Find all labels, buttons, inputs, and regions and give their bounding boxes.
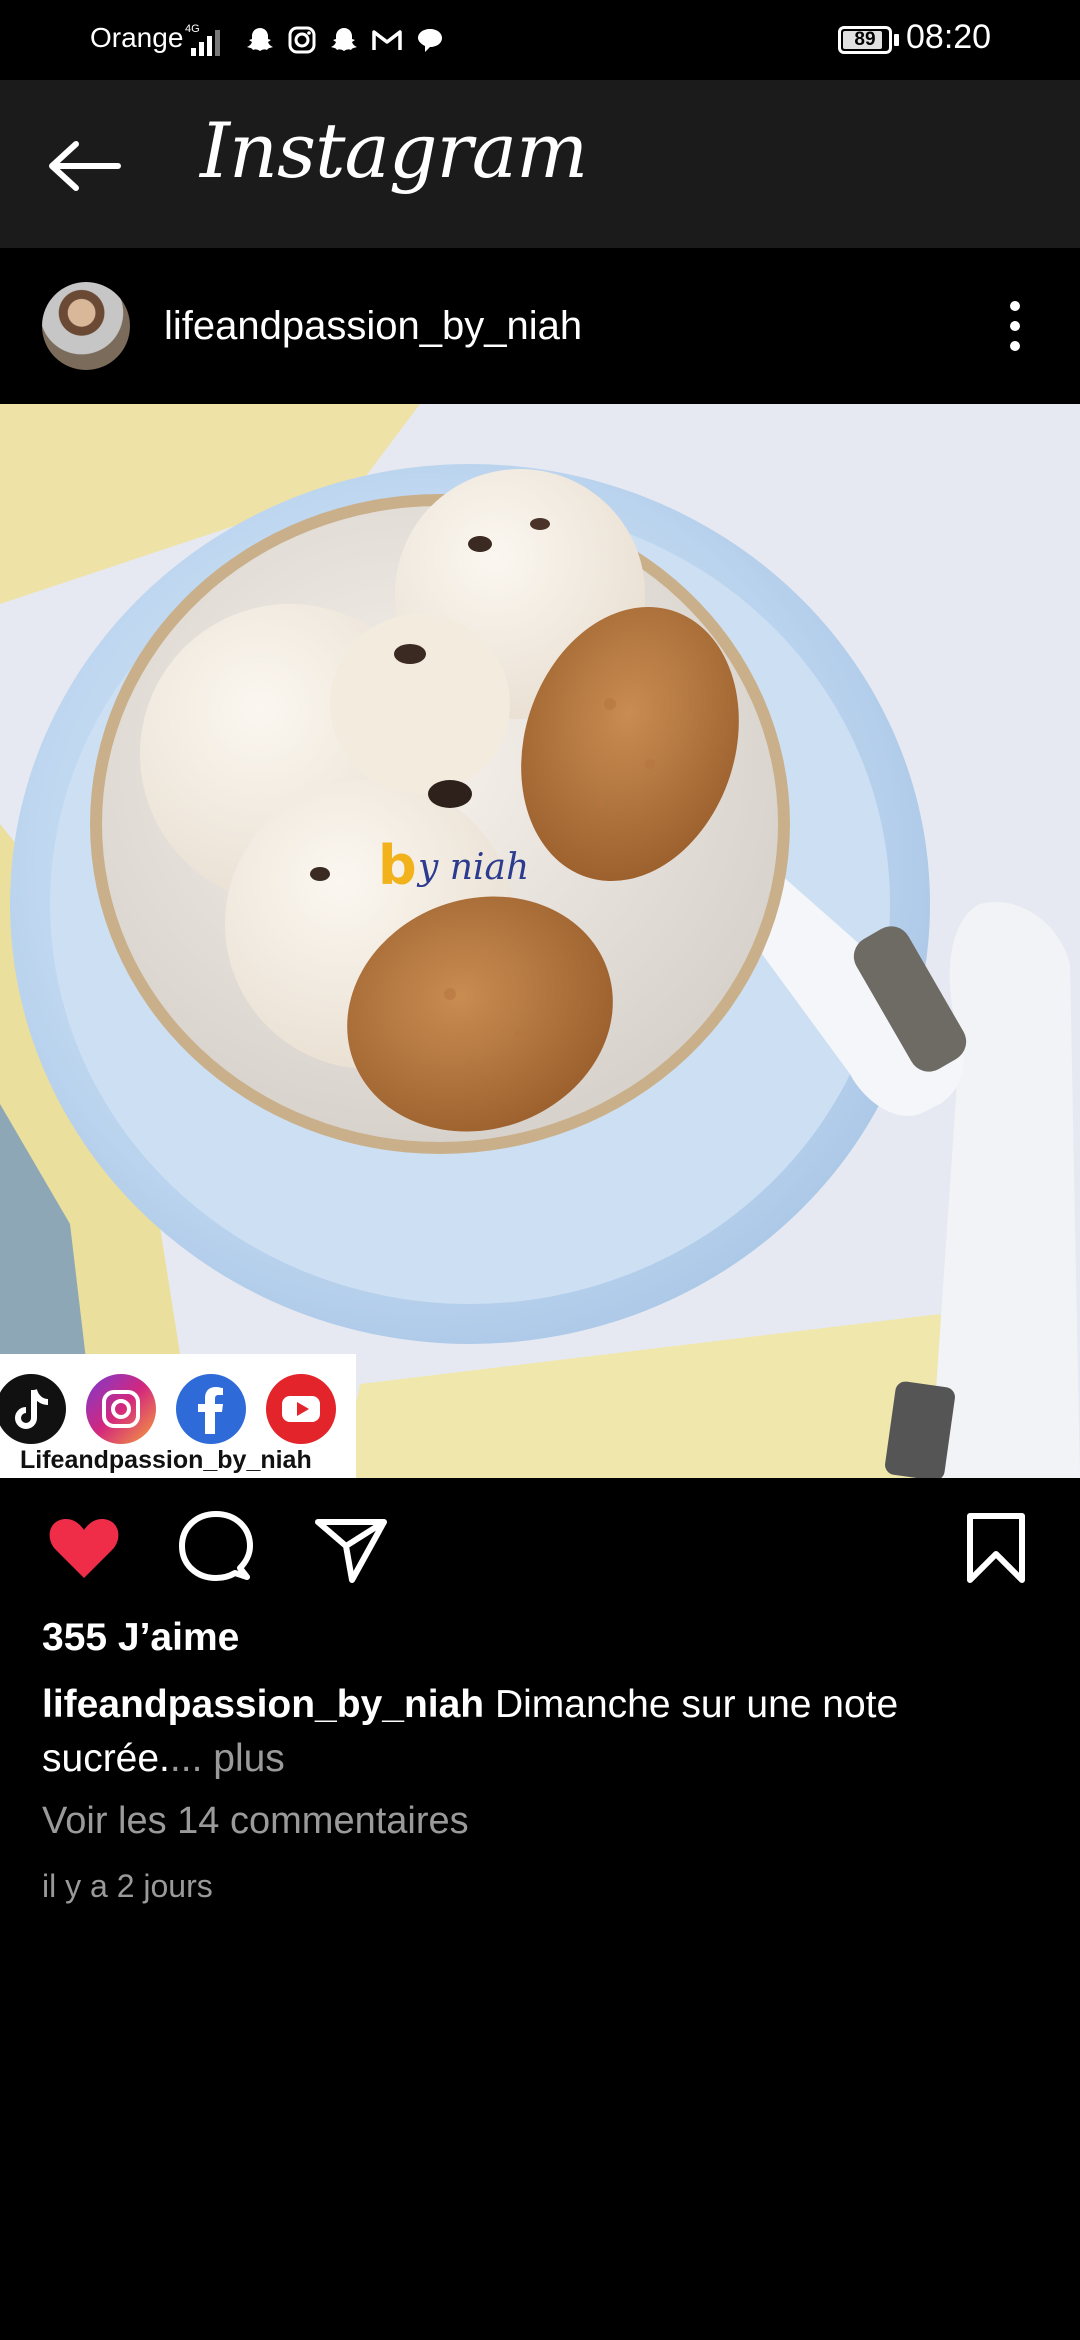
battery-icon: 89 bbox=[838, 26, 892, 54]
back-arrow-icon[interactable] bbox=[40, 136, 130, 196]
post-image[interactable]: b y niah Lifeandpassion_by_niah bbox=[0, 404, 1080, 1478]
comment-icon[interactable] bbox=[176, 1508, 256, 1588]
more-vertical-icon[interactable] bbox=[1000, 298, 1030, 354]
youtube-icon bbox=[266, 1374, 336, 1444]
social-watermark: Lifeandpassion_by_niah bbox=[0, 1354, 356, 1478]
like-count[interactable]: 355 J’aime bbox=[42, 1616, 239, 1660]
tiktok-icon bbox=[0, 1374, 66, 1444]
bookmark-icon[interactable] bbox=[956, 1508, 1036, 1588]
post-username[interactable]: lifeandpassion_by_niah bbox=[164, 304, 582, 349]
view-comments-link[interactable]: Voir les 14 commentaires bbox=[42, 1800, 469, 1843]
facebook-icon bbox=[176, 1374, 246, 1444]
snapchat-icon bbox=[247, 28, 273, 51]
share-icon[interactable] bbox=[310, 1508, 390, 1588]
post-actions bbox=[0, 1478, 1080, 1618]
carrier-label: Orange bbox=[90, 22, 184, 53]
instagram-logo-icon bbox=[86, 1374, 156, 1444]
instagram-status-icon bbox=[288, 26, 316, 54]
caption-more-link[interactable]: ... plus bbox=[170, 1737, 285, 1780]
post-header: lifeandpassion_by_niah bbox=[0, 248, 1080, 404]
status-bar: Orange 4G 89 08:20 bbox=[0, 0, 1080, 80]
signal-icon: 4G bbox=[185, 23, 220, 56]
gmail-icon bbox=[372, 30, 402, 50]
watermark-b: b bbox=[378, 834, 417, 897]
app-title: Instagram bbox=[200, 106, 588, 195]
svg-text:4G: 4G bbox=[185, 23, 200, 35]
status-icons: 4G bbox=[185, 20, 445, 60]
caption-username[interactable]: lifeandpassion_by_niah bbox=[42, 1683, 484, 1726]
post-timestamp: il y a 2 jours bbox=[42, 1868, 213, 1904]
snapchat-icon-2 bbox=[331, 28, 357, 51]
social-handle: Lifeandpassion_by_niah bbox=[20, 1446, 312, 1474]
avatar[interactable] bbox=[42, 282, 130, 370]
message-icon bbox=[418, 29, 442, 52]
battery-cap bbox=[894, 34, 899, 46]
heart-icon[interactable] bbox=[44, 1508, 124, 1588]
battery-level: 89 bbox=[854, 29, 876, 50]
ice-cream-photo: b y niah bbox=[0, 404, 1080, 1478]
caption: lifeandpassion_by_niah Dimanche sur une … bbox=[42, 1678, 1042, 1786]
app-header: Instagram bbox=[0, 80, 1080, 248]
watermark-text: y niah bbox=[416, 847, 529, 888]
clock: 08:20 bbox=[906, 18, 992, 56]
